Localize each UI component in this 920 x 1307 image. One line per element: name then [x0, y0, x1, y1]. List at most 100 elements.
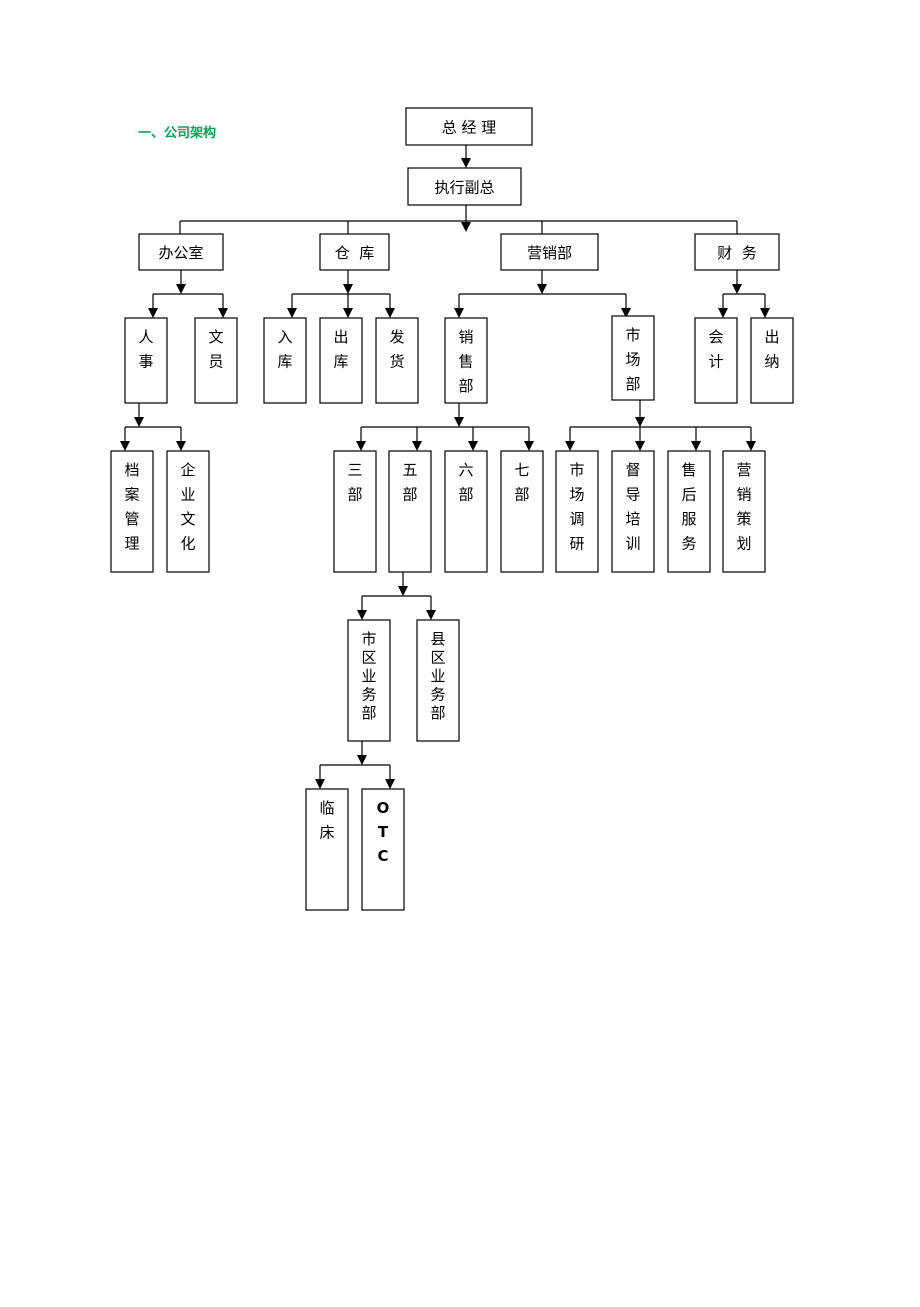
arrowhead-icon [565, 441, 575, 451]
org-node-aftersales: 售后服务 [667, 450, 711, 573]
org-node-hr: 人事 [124, 317, 168, 404]
arrowhead-icon [356, 441, 366, 451]
node-label-char: 市 [569, 461, 584, 479]
arrowhead-icon [732, 284, 742, 294]
arrowhead-icon [760, 308, 770, 318]
node-label-char: 售 [681, 461, 696, 479]
node-label-char: 案 [124, 486, 139, 504]
org-node-marketing: 营销部 [500, 233, 599, 271]
arrowhead-icon [426, 610, 436, 620]
node-label-char: 纳 [764, 353, 779, 371]
node-label-char: 后 [681, 486, 696, 504]
org-node-accounting: 会计 [694, 317, 738, 404]
node-label-char: 调 [569, 510, 584, 528]
org-node-shipping: 发货 [375, 317, 419, 404]
org-node-planning: 营销策划 [722, 450, 766, 573]
arrowhead-icon [718, 308, 728, 318]
org-node-cashier: 出纳 [750, 317, 794, 404]
org-node-research: 市场调研 [555, 450, 599, 573]
node-label-char: 训 [625, 535, 640, 553]
org-node-warehouse: 仓 库 [319, 233, 390, 271]
node-label-char: C [377, 847, 388, 865]
arrowhead-icon [385, 779, 395, 789]
arrowhead-icon [357, 610, 367, 620]
node-label: 执行副总 [434, 179, 494, 197]
node-label-char: 档 [124, 461, 139, 479]
node-label: 营销部 [527, 244, 572, 262]
node-label-char: 计 [708, 353, 723, 371]
node-label-char: 临 [319, 799, 334, 817]
node-label-char: 发 [389, 328, 404, 346]
node-label-char: 出 [764, 328, 779, 346]
node-label-char: 部 [514, 486, 529, 504]
org-node-culture: 企业文化 [166, 450, 210, 573]
node-label: 总 经 理 [442, 119, 497, 137]
node-label-char: 七 [514, 461, 529, 479]
org-node-otc: OTC [361, 788, 405, 911]
node-label-char: 货 [389, 353, 404, 371]
arrowhead-icon [385, 308, 395, 318]
arrowhead-icon [343, 284, 353, 294]
node-label-char: 策 [736, 510, 751, 528]
org-node-archives: 档案管理 [110, 450, 154, 573]
arrowhead-icon [635, 417, 645, 427]
org-node-clinical: 临床 [305, 788, 349, 911]
org-node-finance: 财 务 [694, 233, 780, 271]
node-label-char: 理 [124, 535, 139, 553]
arrowhead-icon [120, 441, 130, 451]
node-label-char: 部 [430, 704, 445, 722]
org-node-outbound: 出库 [319, 317, 363, 404]
org-node-market: 市场部 [611, 315, 655, 401]
arrowhead-icon [454, 308, 464, 318]
arrowhead-icon [537, 284, 547, 294]
node-label-char: 人 [138, 328, 153, 346]
org-node-training: 督导培训 [611, 450, 655, 573]
arrowhead-icon [398, 586, 408, 596]
org-node-clerk: 文员 [194, 317, 238, 404]
node-label-char: 服 [681, 510, 696, 528]
node-label-char: 会 [708, 328, 723, 346]
node-label-char: 员 [208, 353, 223, 371]
node-label-char: 场 [569, 486, 584, 504]
org-node-dept3: 三部 [333, 450, 377, 573]
org-node-dept7: 七部 [500, 450, 544, 573]
node-label-char: 库 [333, 353, 348, 371]
org-node-gm: 总 经 理 [405, 107, 533, 146]
arrowhead-icon [461, 222, 471, 232]
arrowhead-icon [461, 158, 471, 168]
node-label-char: 业 [430, 667, 445, 685]
node-label-char: 业 [180, 486, 195, 504]
node-label-char: 县 [430, 630, 445, 648]
org-node-office: 办公室 [138, 233, 224, 271]
node-label-char: 场 [625, 351, 640, 369]
node-label-char: 售 [458, 353, 473, 371]
node-label-char: 入 [277, 328, 292, 346]
node-label-char: 床 [319, 824, 334, 842]
node-label-char: 出 [333, 328, 348, 346]
arrowhead-icon [176, 441, 186, 451]
arrowhead-icon [412, 441, 422, 451]
node-label-char: 文 [180, 510, 195, 528]
node-label-char: 务 [430, 686, 445, 704]
node-label-char: 销 [458, 328, 473, 346]
arrowhead-icon [524, 441, 534, 451]
arrowhead-icon [343, 308, 353, 318]
node-label-char: 研 [569, 535, 584, 553]
node-label-char: 营 [736, 461, 751, 479]
node-label-char: 五 [402, 461, 417, 479]
arrowhead-icon [176, 284, 186, 294]
node-label-char: 部 [361, 704, 376, 722]
node-label-char: 务 [681, 535, 696, 553]
org-node-city: 市区业务部 [347, 619, 391, 742]
node-label-char: 事 [138, 353, 153, 371]
node-label-char: 务 [361, 686, 376, 704]
node-label: 办公室 [158, 244, 203, 262]
org-node-county: 县区业务部 [416, 619, 460, 742]
node-label-char: 导 [625, 486, 640, 504]
node-label-char: 三 [347, 461, 362, 479]
node-label-char: 督 [625, 461, 640, 479]
node-label-char: 文 [208, 328, 223, 346]
node-label-char: 培 [625, 510, 640, 528]
node-label-char: 划 [736, 535, 751, 553]
arrowhead-icon [357, 755, 367, 765]
